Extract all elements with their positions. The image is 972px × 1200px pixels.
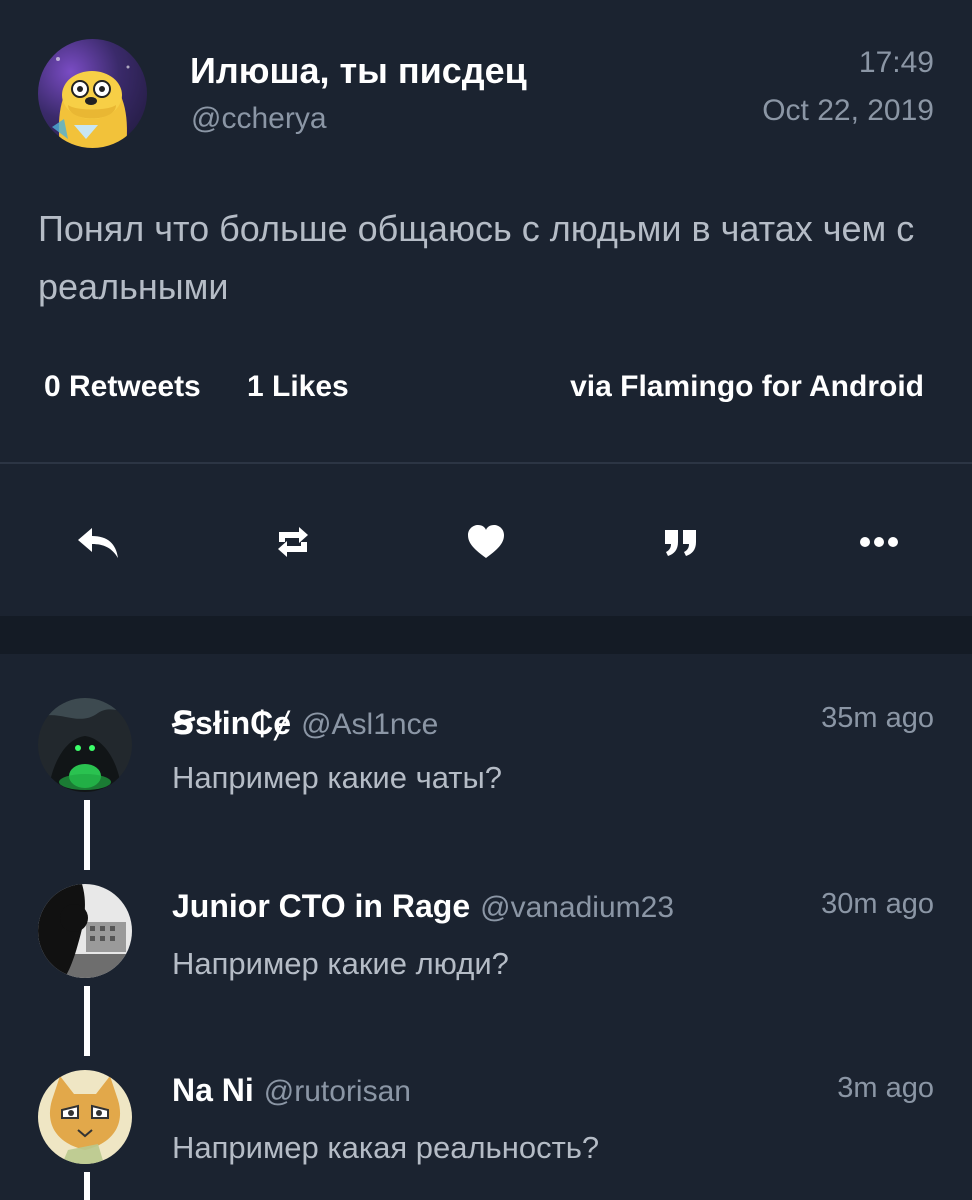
tweet-time: 17:49: [858, 46, 934, 79]
replies-list: Ꞩsłin₵ɇ @Asl1nce 35m ago Например какие ч…: [0, 654, 972, 1200]
more-button[interactable]: [855, 518, 903, 566]
reply-avatar-asl1nce[interactable]: [38, 698, 132, 792]
retweet-count[interactable]: 0 Retweets: [44, 370, 201, 404]
avatar-image: [38, 884, 132, 978]
reply-text: Например какие люди?: [172, 946, 509, 981]
reply-header: Na Ni @rutorisan: [172, 1072, 411, 1109]
source-client: via Flamingo for Android: [570, 370, 924, 403]
divider: [0, 462, 972, 464]
reply-author-name[interactable]: Na Ni: [172, 1072, 254, 1108]
reply-header: Junior CTO in Rage @vanadium23: [172, 888, 674, 925]
retweet-button[interactable]: [269, 518, 317, 566]
reply-author-name[interactable]: Junior CTO in Rage: [172, 888, 470, 924]
avatar-image: [38, 698, 132, 792]
reply-text: Например какая реальность?: [172, 1130, 600, 1165]
like-button[interactable]: [462, 518, 510, 566]
author-avatar[interactable]: [38, 39, 147, 148]
reply-time: 3m ago: [837, 1072, 934, 1104]
author-handle[interactable]: @ccherya: [191, 102, 327, 136]
quote-icon: [665, 530, 696, 556]
reply-avatar-rutorisan[interactable]: [38, 1070, 132, 1164]
reply-header: Ꞩsłin₵ɇ @Asl1nce: [172, 704, 438, 742]
reply-author-name[interactable]: Ꞩsłin₵ɇ: [172, 705, 291, 741]
like-count[interactable]: 1 Likes: [247, 370, 349, 404]
quote-button[interactable]: [657, 518, 705, 566]
section-separator: [0, 616, 972, 654]
main-tweet: Илюша, ты писдец @ccherya 17:49 Oct 22, …: [0, 0, 972, 616]
thread-line: [84, 800, 90, 870]
reply-time: 35m ago: [821, 702, 934, 734]
reply-author-handle[interactable]: @Asl1nce: [301, 708, 438, 741]
thread-line: [84, 1172, 90, 1200]
thread-line: [84, 986, 90, 1056]
jake-dog-avatar-image: [52, 57, 130, 148]
reply-author-handle[interactable]: @vanadium23: [480, 891, 674, 924]
avatar-image: [38, 1070, 132, 1164]
reply-avatar-vanadium23[interactable]: [38, 884, 132, 978]
tweet-text: Понял что больше общаюсь с людьми в чата…: [38, 208, 915, 307]
reply-icon: [78, 528, 118, 558]
reply-author-handle[interactable]: @rutorisan: [264, 1075, 411, 1108]
reply-time: 30m ago: [821, 888, 934, 920]
retweet-icon: [278, 527, 308, 557]
heart-icon: [468, 525, 504, 558]
tweet-date: Oct 22, 2019: [762, 94, 934, 127]
author-name[interactable]: Илюша, ты писдец: [190, 50, 527, 92]
reply-text: Например какие чаты?: [172, 760, 503, 795]
reply-button[interactable]: [74, 518, 122, 566]
more-icon: [860, 537, 898, 547]
